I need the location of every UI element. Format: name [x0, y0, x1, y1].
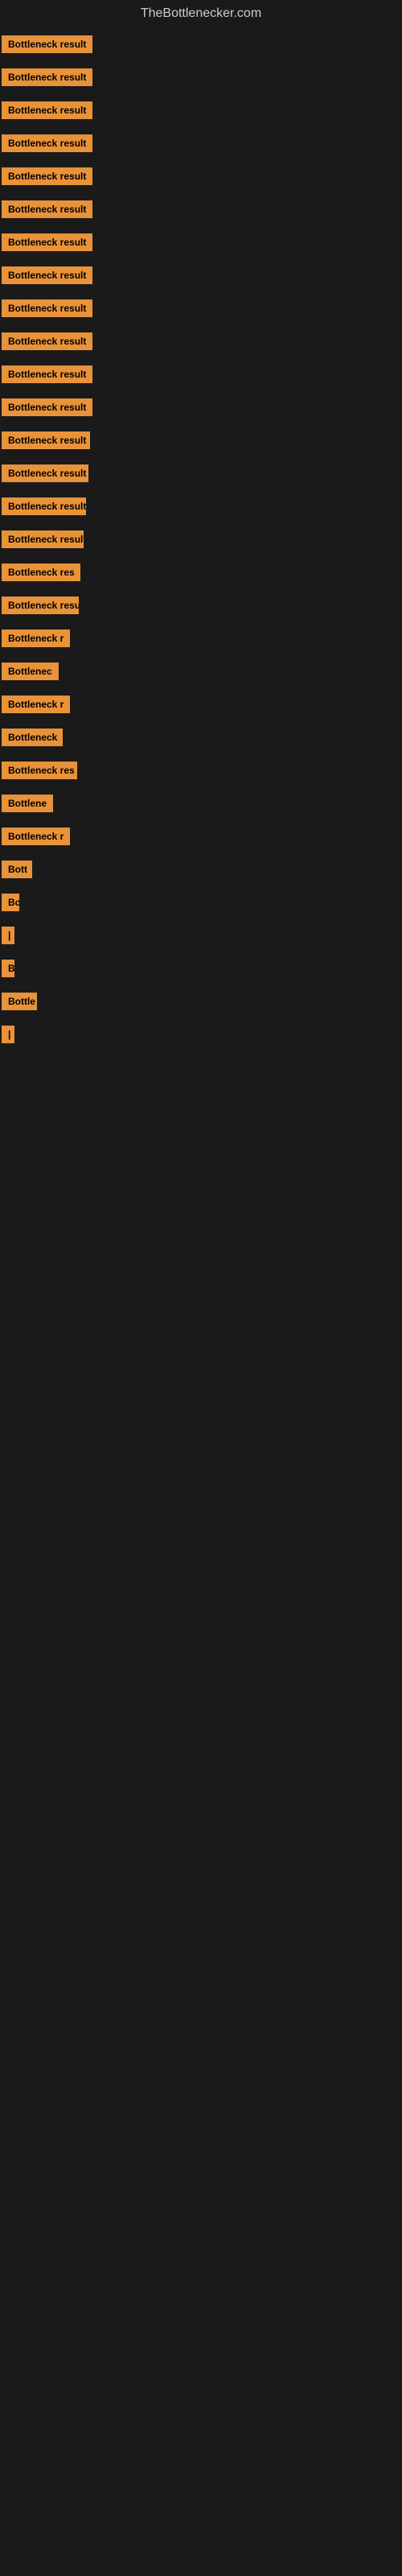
bottleneck-badge[interactable]: Bottleneck result: [2, 431, 90, 449]
bottleneck-badge[interactable]: Bottlenec: [2, 663, 59, 680]
list-item: Bottleneck r: [0, 626, 402, 654]
list-item: Bottlenec: [0, 659, 402, 687]
list-item: Bottleneck result: [0, 362, 402, 390]
list-item: Bottleneck r: [0, 824, 402, 852]
bottleneck-badge[interactable]: Bottleneck result: [2, 365, 92, 383]
bottleneck-badge[interactable]: Bottleneck result: [2, 530, 84, 548]
bottleneck-badge[interactable]: Bottleneck result: [2, 266, 92, 284]
bottleneck-badge[interactable]: |: [2, 1026, 14, 1043]
bottleneck-badge[interactable]: Bott: [2, 861, 32, 878]
list-item: Bottleneck: [0, 725, 402, 753]
list-item: Bottleneck result: [0, 329, 402, 357]
list-item: Bottleneck result: [0, 296, 402, 324]
list-item: Bottleneck result: [0, 197, 402, 225]
bottleneck-badge[interactable]: Bottleneck result: [2, 233, 92, 251]
bottleneck-badge[interactable]: Bottleneck result: [2, 299, 92, 317]
list-item: B: [0, 956, 402, 985]
bottleneck-badge[interactable]: Bottleneck res: [2, 762, 77, 779]
list-item: Bottleneck result: [0, 461, 402, 489]
list-item: Bottleneck res: [0, 758, 402, 786]
list-item: Bottlene: [0, 791, 402, 819]
list-item: Bo: [0, 890, 402, 919]
bottleneck-badge[interactable]: Bottleneck r: [2, 630, 70, 647]
list-item: Bottleneck r: [0, 692, 402, 720]
bottleneck-badge[interactable]: Bottleneck result: [2, 134, 92, 152]
bottleneck-badge[interactable]: |: [2, 927, 14, 944]
list-item: Bottleneck result: [0, 65, 402, 93]
bottleneck-badge[interactable]: Bottleneck result: [2, 35, 92, 53]
list-item: Bottleneck result: [0, 263, 402, 291]
bottleneck-badge[interactable]: Bottleneck result: [2, 332, 92, 350]
bottleneck-badge[interactable]: Bottleneck result: [2, 167, 92, 185]
list-item: Bottleneck result: [0, 98, 402, 126]
bottleneck-badge[interactable]: Bottleneck result: [2, 597, 79, 614]
bottleneck-badge[interactable]: Bottleneck result: [2, 398, 92, 416]
bottleneck-badge[interactable]: Bottleneck result: [2, 497, 86, 515]
list-item: Bottleneck result: [0, 131, 402, 159]
list-item: Bottle: [0, 989, 402, 1018]
list-item: Bott: [0, 857, 402, 886]
list-item: |: [0, 1022, 402, 1051]
bottleneck-badge[interactable]: Bottlene: [2, 795, 53, 812]
bottleneck-badge[interactable]: Bottleneck result: [2, 68, 92, 86]
bottleneck-badge[interactable]: Bottleneck result: [2, 464, 88, 482]
bottleneck-badge[interactable]: Bottle: [2, 993, 37, 1010]
bottleneck-list: Bottleneck result Bottleneck result Bottle…: [0, 32, 402, 1216]
list-item: Bottleneck result: [0, 428, 402, 456]
bottleneck-badge[interactable]: Bottleneck r: [2, 696, 70, 713]
list-item: Bottleneck result: [0, 230, 402, 258]
bottleneck-badge[interactable]: B: [2, 960, 14, 977]
bottleneck-badge[interactable]: Bottleneck r: [2, 828, 70, 845]
list-item: Bottleneck result: [0, 395, 402, 423]
list-item: Bottleneck result: [0, 527, 402, 555]
bottleneck-badge[interactable]: Bottleneck result: [2, 101, 92, 119]
list-item: Bottleneck result: [0, 593, 402, 621]
list-item: Bottleneck result: [0, 164, 402, 192]
bottleneck-badge[interactable]: Bottleneck res: [2, 564, 80, 581]
list-item: |: [0, 923, 402, 952]
list-item: Bottleneck result: [0, 32, 402, 60]
bottleneck-badge[interactable]: Bo: [2, 894, 19, 911]
site-header: TheBottlenecker.com: [0, 0, 402, 27]
bottleneck-badge[interactable]: Bottleneck result: [2, 200, 92, 218]
list-item: Bottleneck res: [0, 560, 402, 588]
site-title: TheBottlenecker.com: [0, 0, 402, 27]
bottleneck-badge[interactable]: Bottleneck: [2, 729, 63, 746]
list-item: Bottleneck result: [0, 494, 402, 522]
